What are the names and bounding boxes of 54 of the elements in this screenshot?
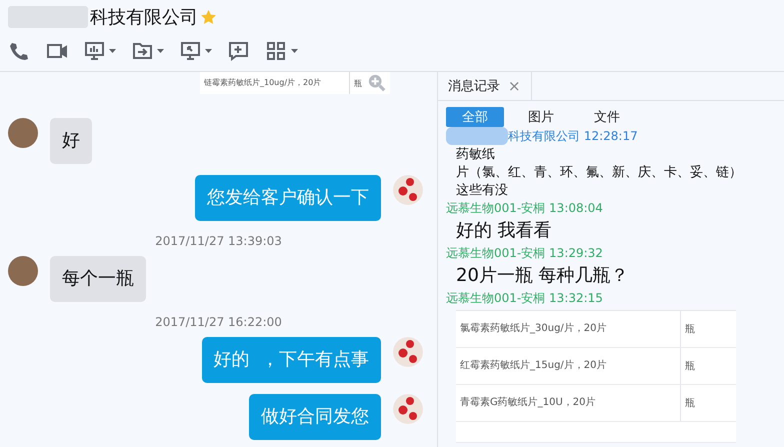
- toolbar-button[interactable]: [228, 41, 250, 61]
- phone-icon: [8, 41, 30, 61]
- toolbar-button[interactable]: [180, 41, 212, 61]
- caret-icon: [291, 49, 298, 53]
- table-cell: 青霉素G药敏纸片_10U，20片: [456, 385, 681, 421]
- timestamp: 2017/11/27 16:22:00: [154, 315, 283, 329]
- toolbar-button[interactable]: [266, 41, 298, 61]
- caret-icon: [157, 49, 164, 53]
- caret-icon: [205, 49, 212, 53]
- grid-icon: [266, 41, 288, 61]
- avatar: [393, 394, 423, 424]
- message-bubble: 每个一瓶: [50, 256, 146, 302]
- toolbar-button[interactable]: [84, 41, 116, 61]
- folder-arrow-icon: [132, 41, 154, 61]
- star-icon: [200, 8, 217, 26]
- message-text: 药敏纸: [456, 146, 496, 164]
- message-bubble: 好的 ，下午有点事: [202, 337, 381, 383]
- history-tab[interactable]: 消息记录 ×: [438, 72, 532, 100]
- filter-tab[interactable]: 图片: [512, 107, 570, 127]
- sender-time: 远慕生物001-安桐 13:32:15: [446, 290, 603, 307]
- sender-time: 远慕生物001-安桐 13:08:04: [446, 200, 603, 217]
- sender-time: 科技有限公司 12:28:17: [508, 128, 638, 144]
- window-title: 科技有限公司: [90, 6, 198, 29]
- message-text: 好的 我看看: [456, 219, 553, 243]
- message-text: 这些有没: [456, 182, 509, 200]
- table-cell-text: 瓶: [684, 360, 695, 373]
- avatar: [393, 337, 423, 367]
- file-name: 链霉素药敏纸片_10ug/片，20片: [200, 72, 350, 94]
- message-text: 20片一瓶 每种几瓶？: [456, 264, 630, 288]
- video-camera-icon: [46, 41, 68, 61]
- timestamp: 2017/11/27 13:39:03: [154, 234, 283, 248]
- message-bubble: 好: [50, 118, 92, 164]
- message-text: 片（氯、红、青、环、氟、新、庆、卡、妥、链）: [456, 164, 743, 182]
- caret-icon: [109, 49, 116, 53]
- toolbar-button[interactable]: [8, 41, 30, 61]
- table-cell-text: 瓶: [684, 397, 695, 410]
- table-cell: 氯霉素药敏纸片_30ug/片，20片: [456, 311, 681, 347]
- message-bubble: 您发给客户确认一下: [195, 175, 381, 221]
- filter-tab[interactable]: 文件: [578, 107, 636, 127]
- avatar: [393, 175, 423, 205]
- blurred-name: [446, 127, 508, 145]
- table-cell: 红霉素药敏纸片_15ug/片，20片: [456, 348, 681, 384]
- add-comment-icon: [228, 41, 250, 61]
- unit-cell-text: 瓶: [353, 78, 363, 88]
- toolbar-button[interactable]: [132, 41, 164, 61]
- table-cell-text: 瓶: [684, 323, 695, 336]
- file-preview-row[interactable]: 链霉素药敏纸片_10ug/片，20片 瓶: [200, 72, 390, 94]
- toolbar-button[interactable]: [46, 41, 68, 61]
- avatar: [8, 256, 38, 286]
- message-bubble: 做好合同发您: [249, 394, 381, 440]
- avatar: [8, 118, 38, 148]
- sender-time: 远慕生物001-安桐 13:29:32: [446, 245, 603, 262]
- monitor-chart-icon: [84, 41, 106, 61]
- monitor-arrow-icon: [180, 41, 202, 61]
